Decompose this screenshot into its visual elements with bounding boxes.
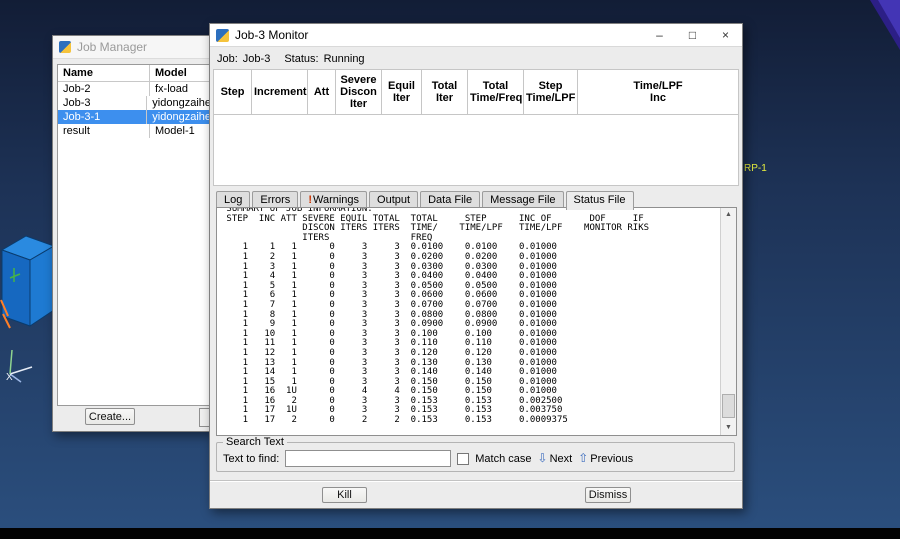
increment-table-body-empty <box>213 114 739 186</box>
reference-point-label: RP-1 <box>744 163 767 174</box>
tab-output[interactable]: Output <box>369 191 419 208</box>
job-model: yidongzaihe <box>152 111 211 123</box>
kill-button[interactable]: Kill <box>322 487 367 503</box>
arrow-down-icon: ⇩ <box>537 451 548 465</box>
find-next-button[interactable]: ⇩ Next <box>537 451 573 465</box>
search-group-label: Search Text <box>226 436 284 448</box>
scroll-up-icon[interactable]: ▲ <box>721 208 736 222</box>
col-total-iter: Total Iter <box>421 69 468 115</box>
job-name: result <box>58 124 150 138</box>
job-name: Job-3-1 <box>58 110 148 124</box>
job-monitor-dialog: Job-3 Monitor – □ × Job: Job-3 Status: R… <box>209 23 743 509</box>
find-label: Text to find: <box>223 452 280 465</box>
job-row[interactable]: result Model-1 <box>58 124 210 138</box>
part-3d-cube-icon <box>0 235 56 329</box>
tab-warnings[interactable]: !Warnings <box>300 191 368 208</box>
job-name: Job-3 <box>58 96 148 110</box>
job-name: Job-2 <box>58 82 150 96</box>
search-text-group: Search Text Text to find: Match case ⇩ N… <box>216 436 735 472</box>
col-att: Att <box>307 69 336 115</box>
vertical-scrollbar[interactable]: ▲ ▼ <box>720 208 736 435</box>
job-manager-dialog: Job Manager Name Model Job-2 fx-load Job… <box>52 35 211 432</box>
job-list-header-model: Model <box>155 67 187 79</box>
job-list-header: Name Model <box>58 65 210 82</box>
monitor-footer: Kill Dismiss <box>210 480 742 508</box>
warning-exclamation-icon: ! <box>308 194 312 206</box>
col-total-time-freq: Total Time/Freq <box>467 69 524 115</box>
close-icon[interactable]: × <box>709 24 742 46</box>
job-model: yidongzaihe <box>152 97 211 109</box>
create-job-button[interactable]: Create... <box>85 408 135 425</box>
tab-message-file[interactable]: Message File <box>482 191 564 208</box>
find-previous-button[interactable]: ⇧ Previous <box>578 451 633 465</box>
job-monitor-title: Job-3 Monitor <box>235 28 309 42</box>
monitor-tabs: Log Errors !Warnings Output Data File Me… <box>216 190 636 210</box>
job-row[interactable]: Job-3-1 yidongzaihe <box>58 110 211 124</box>
tab-errors[interactable]: Errors <box>252 191 299 208</box>
job-list-header-name: Name <box>58 65 150 81</box>
status-file-text[interactable]: SUMMARY OF JOB INFORMATION: STEP INC ATT… <box>221 208 718 435</box>
taskbar-strip <box>0 528 900 539</box>
increment-table: Step Increment Att Severe Discon Iter Eq… <box>213 69 739 186</box>
axis-x-label: X <box>6 372 13 383</box>
tab-status-file[interactable]: Status File <box>565 191 634 210</box>
job-list: Name Model Job-2 fx-load Job-3 yidongzai… <box>57 64 211 406</box>
search-input[interactable] <box>285 450 452 467</box>
dismiss-button[interactable]: Dismiss <box>585 487 631 503</box>
scroll-down-icon[interactable]: ▼ <box>721 421 736 435</box>
job-model: fx-load <box>155 83 189 95</box>
col-equil-iter: Equil Iter <box>381 69 422 115</box>
job-monitor-titlebar[interactable]: Job-3 Monitor – □ × <box>210 24 742 47</box>
increment-table-header: Step Increment Att Severe Discon Iter Eq… <box>213 69 739 115</box>
col-step-time-lpf: Step Time/LPF <box>523 69 578 115</box>
maximize-icon[interactable]: □ <box>676 24 709 46</box>
tab-log[interactable]: Log <box>216 191 251 208</box>
job-row[interactable]: Job-3 yidongzaihe <box>58 96 211 110</box>
job-manager-icon <box>59 41 71 53</box>
tab-data-file[interactable]: Data File <box>420 191 481 208</box>
col-time-lpf-inc: Time/LPF Inc <box>577 69 739 115</box>
scrollbar-thumb[interactable] <box>722 394 735 418</box>
abaqus-app: X RP-1 Job Manager Name Model Job-2 fx-l… <box>0 0 900 539</box>
window-controls: – □ × <box>643 24 742 46</box>
status-file-view[interactable]: SUMMARY OF JOB INFORMATION: STEP INC ATT… <box>216 207 737 436</box>
view-cube-corner-inner <box>878 0 900 38</box>
job-manager-title: Job Manager <box>77 40 148 54</box>
col-step: Step <box>213 69 252 115</box>
col-severe-discon: Severe Discon Iter <box>335 69 382 115</box>
minimize-icon[interactable]: – <box>643 24 676 46</box>
job-monitor-icon <box>216 28 229 42</box>
job-row[interactable]: Job-2 fx-load <box>58 82 210 96</box>
job-model: Model-1 <box>155 125 195 137</box>
match-case-checkbox[interactable] <box>457 452 470 465</box>
job-manager-titlebar[interactable]: Job Manager <box>53 36 210 59</box>
col-increment: Increment <box>251 69 308 115</box>
arrow-up-icon: ⇧ <box>578 451 589 465</box>
match-case-label: Match case <box>475 452 532 465</box>
